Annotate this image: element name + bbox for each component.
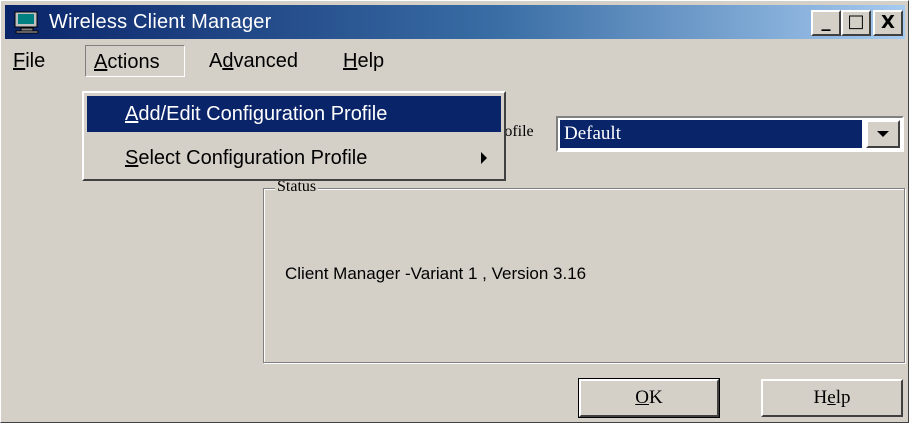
menu-actions-label: ctions [107, 51, 160, 73]
menu-file-label: ile [25, 50, 46, 72]
menu-item-add-edit-label: dd/Edit Configuration Profile [138, 103, 388, 125]
menu-actions-accel: A [94, 51, 108, 73]
submenu-arrow-icon [481, 152, 487, 164]
status-text: Client Manager -Variant 1 , Version 3.16 [285, 264, 587, 283]
profile-selected-value: Default [560, 120, 862, 148]
help-button-label: lp [835, 387, 851, 408]
menu-advanced-pre: A [209, 50, 223, 72]
menu-item-select-label: elect Configuration Profile [138, 147, 368, 169]
maximize-icon: □ [847, 11, 865, 32]
chevron-down-icon [877, 131, 889, 137]
ok-button-label: K [649, 387, 663, 408]
profile-dropdown-button[interactable] [866, 120, 900, 148]
actions-dropdown-menu: Add/Edit Configuration Profile Select Co… [82, 91, 506, 181]
menu-file[interactable]: File [5, 45, 53, 77]
menu-item-add-edit-accel: A [125, 103, 139, 125]
menu-advanced-accel: d [222, 50, 234, 72]
menu-bar: File Actions Advanced Help [5, 41, 905, 81]
menu-item-add-edit-profile[interactable]: Add/Edit Configuration Profile [87, 96, 501, 132]
menu-help-label: elp [357, 50, 385, 72]
menu-item-select-accel: S [125, 147, 139, 169]
title-bar[interactable]: Wireless Client Manager _ □ X [5, 5, 905, 39]
minimize-button[interactable]: _ [811, 10, 841, 36]
menu-item-select-profile[interactable]: Select Configuration Profile [87, 140, 501, 176]
minimize-icon: _ [821, 11, 831, 32]
menu-advanced-label: vanced [233, 50, 298, 72]
help-button-accel: e [827, 387, 836, 408]
computer-monitor-icon [14, 11, 39, 34]
help-button[interactable]: Help [761, 379, 903, 417]
profile-select[interactable]: Default [556, 116, 904, 152]
menu-actions[interactable]: Actions [85, 45, 185, 77]
menu-help[interactable]: Help [335, 45, 392, 77]
help-button-pre: H [813, 387, 828, 408]
window-title: Wireless Client Manager [49, 11, 272, 33]
ok-button[interactable]: OK [578, 378, 720, 418]
close-icon: X [881, 12, 895, 33]
menu-help-accel: H [343, 50, 358, 72]
maximize-button[interactable]: □ [841, 10, 871, 36]
close-button[interactable]: X [873, 10, 903, 36]
wireless-client-manager-window: Wireless Client Manager _ □ X File Actio… [0, 0, 909, 423]
menu-file-accel: F [13, 50, 26, 72]
ok-button-accel: O [635, 387, 649, 408]
menu-advanced[interactable]: Advanced [201, 45, 306, 77]
